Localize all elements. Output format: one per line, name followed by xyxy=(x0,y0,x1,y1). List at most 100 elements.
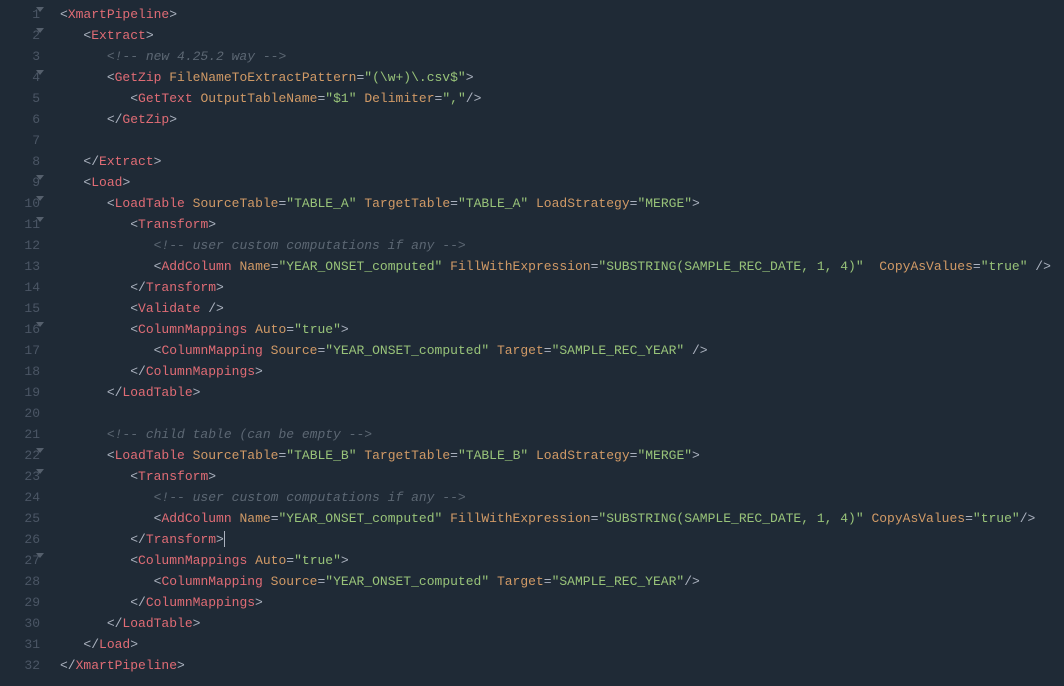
line-number[interactable]: 7 xyxy=(0,130,40,151)
line-number[interactable]: 14 xyxy=(0,277,40,298)
token-punct: > xyxy=(122,175,130,190)
token-tag: LoadTable xyxy=(115,448,185,463)
code-line[interactable]: <LoadTable SourceTable="TABLE_B" TargetT… xyxy=(60,445,1064,466)
token-punct xyxy=(185,196,193,211)
line-number[interactable]: 30 xyxy=(0,613,40,634)
line-number[interactable]: 27 xyxy=(0,550,40,571)
code-line[interactable]: <Transform> xyxy=(60,466,1064,487)
line-number[interactable]: 22 xyxy=(0,445,40,466)
token-tag: ColumnMappings xyxy=(146,595,255,610)
code-line[interactable] xyxy=(60,403,1064,424)
line-number[interactable]: 15 xyxy=(0,298,40,319)
code-line[interactable]: </Extract> xyxy=(60,151,1064,172)
line-number[interactable]: 29 xyxy=(0,592,40,613)
fold-icon[interactable] xyxy=(36,70,44,75)
fold-icon[interactable] xyxy=(36,448,44,453)
line-number[interactable]: 13 xyxy=(0,256,40,277)
line-number[interactable]: 16 xyxy=(0,319,40,340)
fold-icon[interactable] xyxy=(36,175,44,180)
fold-icon[interactable] xyxy=(36,553,44,558)
fold-icon[interactable] xyxy=(36,469,44,474)
line-number[interactable]: 19 xyxy=(0,382,40,403)
code-line[interactable]: </LoadTable> xyxy=(60,613,1064,634)
line-number[interactable]: 5 xyxy=(0,88,40,109)
token-str: "$1" xyxy=(325,91,356,106)
code-line[interactable]: </LoadTable> xyxy=(60,382,1064,403)
token-tag: ColumnMappings xyxy=(146,364,255,379)
code-line[interactable]: <Extract> xyxy=(60,25,1064,46)
code-line[interactable]: </XmartPipeline> xyxy=(60,655,1064,676)
line-number[interactable]: 23 xyxy=(0,466,40,487)
code-line[interactable]: <LoadTable SourceTable="TABLE_A" TargetT… xyxy=(60,193,1064,214)
token-punct: < xyxy=(107,196,115,211)
code-line[interactable]: <ColumnMapping Source="YEAR_ONSET_comput… xyxy=(60,571,1064,592)
code-line[interactable]: <GetZip FileNameToExtractPattern="(\w+)\… xyxy=(60,67,1064,88)
token-punct xyxy=(489,574,497,589)
token-punct: > xyxy=(208,469,216,484)
line-number[interactable]: 26 xyxy=(0,529,40,550)
line-number[interactable]: 11 xyxy=(0,214,40,235)
code-line[interactable]: <Validate /> xyxy=(60,298,1064,319)
line-number[interactable]: 2 xyxy=(0,25,40,46)
code-line[interactable]: </ColumnMappings> xyxy=(60,592,1064,613)
code-line[interactable]: <AddColumn Name="YEAR_ONSET_computed" Fi… xyxy=(60,256,1064,277)
token-punct: < xyxy=(130,301,138,316)
code-line[interactable]: <ColumnMappings Auto="true"> xyxy=(60,550,1064,571)
token-punct: > xyxy=(255,364,263,379)
code-line[interactable]: <XmartPipeline> xyxy=(60,4,1064,25)
code-line[interactable]: <!-- new 4.25.2 way --> xyxy=(60,46,1064,67)
fold-icon[interactable] xyxy=(36,7,44,12)
code-line[interactable]: </Load> xyxy=(60,634,1064,655)
code-line[interactable]: </ColumnMappings> xyxy=(60,361,1064,382)
line-number[interactable]: 20 xyxy=(0,403,40,424)
fold-icon[interactable] xyxy=(36,28,44,33)
fold-icon[interactable] xyxy=(36,217,44,222)
token-tag: LoadTable xyxy=(122,616,192,631)
code-line[interactable]: </Transform> xyxy=(60,529,1064,550)
line-number-gutter[interactable]: 1234567891011121314151617181920212223242… xyxy=(0,4,48,686)
fold-icon[interactable] xyxy=(36,196,44,201)
code-line[interactable]: <!-- user custom computations if any --> xyxy=(60,487,1064,508)
token-punct: </ xyxy=(130,532,146,547)
code-line[interactable]: <!-- user custom computations if any --> xyxy=(60,235,1064,256)
line-number[interactable]: 28 xyxy=(0,571,40,592)
code-line[interactable]: <AddColumn Name="YEAR_ONSET_computed" Fi… xyxy=(60,508,1064,529)
line-number[interactable]: 25 xyxy=(0,508,40,529)
fold-icon[interactable] xyxy=(36,322,44,327)
code-line[interactable]: </GetZip> xyxy=(60,109,1064,130)
code-line[interactable]: <Transform> xyxy=(60,214,1064,235)
token-tag: AddColumn xyxy=(161,511,231,526)
line-number[interactable]: 1 xyxy=(0,4,40,25)
code-editor[interactable]: 1234567891011121314151617181920212223242… xyxy=(0,0,1064,686)
code-line[interactable] xyxy=(60,130,1064,151)
token-attr: TargetTable xyxy=(364,196,450,211)
code-line[interactable]: <Load> xyxy=(60,172,1064,193)
line-number[interactable]: 10 xyxy=(0,193,40,214)
line-number[interactable]: 3 xyxy=(0,46,40,67)
line-number[interactable]: 31 xyxy=(0,634,40,655)
token-str: "MERGE" xyxy=(637,448,692,463)
line-number[interactable]: 17 xyxy=(0,340,40,361)
code-line[interactable]: <!-- child table (can be empty --> xyxy=(60,424,1064,445)
code-line[interactable]: <GetText OutputTableName="$1" Delimiter=… xyxy=(60,88,1064,109)
line-number[interactable]: 18 xyxy=(0,361,40,382)
token-str: "(\w+)\.csv$" xyxy=(364,70,465,85)
line-number[interactable]: 32 xyxy=(0,655,40,676)
token-str: "YEAR_ONSET_computed" xyxy=(279,511,443,526)
code-area[interactable]: <XmartPipeline> <Extract> <!-- new 4.25.… xyxy=(48,4,1064,686)
line-number[interactable]: 9 xyxy=(0,172,40,193)
token-punct: </ xyxy=(130,280,146,295)
line-number[interactable]: 12 xyxy=(0,235,40,256)
code-line[interactable]: <ColumnMappings Auto="true"> xyxy=(60,319,1064,340)
token-punct: < xyxy=(107,448,115,463)
line-number[interactable]: 4 xyxy=(0,67,40,88)
line-number[interactable]: 21 xyxy=(0,424,40,445)
line-number[interactable]: 6 xyxy=(0,109,40,130)
code-line[interactable]: </Transform> xyxy=(60,277,1064,298)
line-number[interactable]: 24 xyxy=(0,487,40,508)
token-str: "TABLE_A" xyxy=(458,196,528,211)
line-number[interactable]: 8 xyxy=(0,151,40,172)
token-tag: Transform xyxy=(138,217,208,232)
code-line[interactable]: <ColumnMapping Source="YEAR_ONSET_comput… xyxy=(60,340,1064,361)
token-punct: = xyxy=(286,322,294,337)
